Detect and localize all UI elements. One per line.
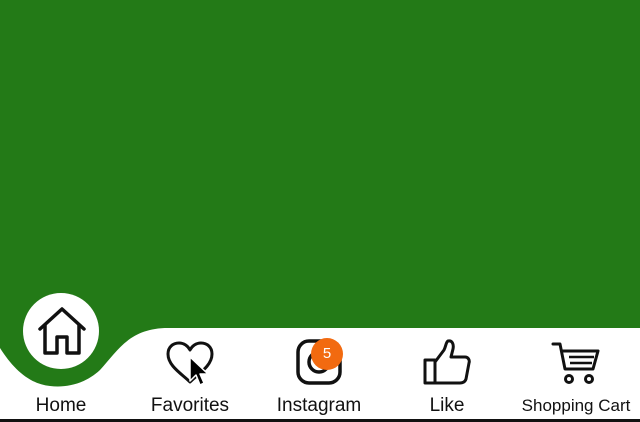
- tab-like-label: Like: [429, 395, 465, 416]
- tab-like[interactable]: Like: [402, 328, 492, 422]
- content-area: [0, 0, 640, 328]
- tab-shopping-cart-label: Shopping Cart: [521, 396, 631, 415]
- tab-shopping-cart[interactable]: Shopping Cart: [512, 328, 640, 422]
- thumbs-up-icon: [423, 339, 471, 385]
- tab-home[interactable]: Home: [16, 328, 106, 422]
- cursor-icon: [189, 356, 209, 386]
- tab-favorites-label: Favorites: [150, 395, 230, 416]
- tab-home-label: Home: [35, 395, 87, 416]
- notification-badge: 5: [311, 338, 343, 370]
- shopping-cart-icon: [551, 342, 600, 384]
- tab-instagram-label: Instagram: [276, 395, 362, 416]
